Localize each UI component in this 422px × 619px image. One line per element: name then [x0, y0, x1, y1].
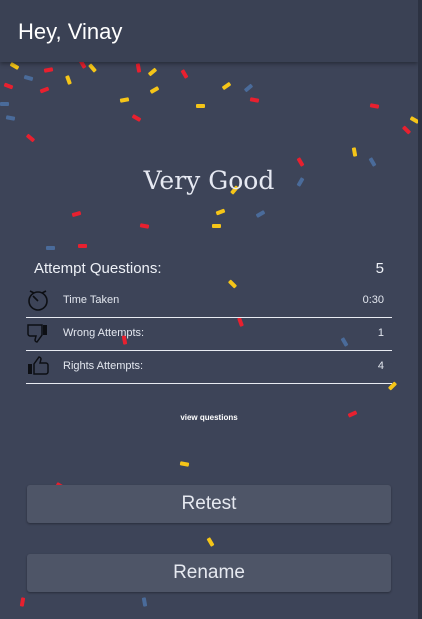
attempt-questions-label: Attempt Questions: — [34, 260, 162, 277]
right-attempts-value: 4 — [377, 360, 384, 372]
attempt-questions-count: 5 — [375, 260, 384, 277]
thumbs-down-icon — [26, 321, 50, 345]
view-questions-link[interactable]: view questions — [0, 413, 418, 422]
app-bar-title: Hey, Vinay — [18, 19, 123, 44]
app-bar: Hey, Vinay — [0, 0, 418, 62]
row-divider — [26, 317, 392, 318]
result-screen: Very Good Attempt Questions: 5 Time Take… — [0, 0, 422, 619]
result-title: Very Good — [143, 166, 275, 195]
wrong-attempts-row: Wrong Attempts: 1 — [26, 319, 392, 351]
row-divider — [26, 383, 392, 384]
right-attempts-row: Rights Attempts: 4 — [26, 352, 392, 384]
wrong-attempts-value: 1 — [377, 327, 384, 339]
time-taken-row: Time Taken 0:30 — [26, 286, 392, 318]
right-attempts-label: Rights Attempts: — [63, 360, 144, 372]
retest-button[interactable]: Retest — [27, 485, 391, 523]
window-edge — [418, 0, 422, 619]
wrong-attempts-label: Wrong Attempts: — [63, 327, 145, 339]
time-taken-value: 0:30 — [362, 294, 384, 306]
stopwatch-icon — [26, 288, 50, 312]
time-taken-label: Time Taken — [63, 294, 120, 306]
rename-button[interactable]: Rename — [27, 554, 391, 592]
row-divider — [26, 350, 392, 351]
thumbs-up-icon — [26, 354, 50, 378]
